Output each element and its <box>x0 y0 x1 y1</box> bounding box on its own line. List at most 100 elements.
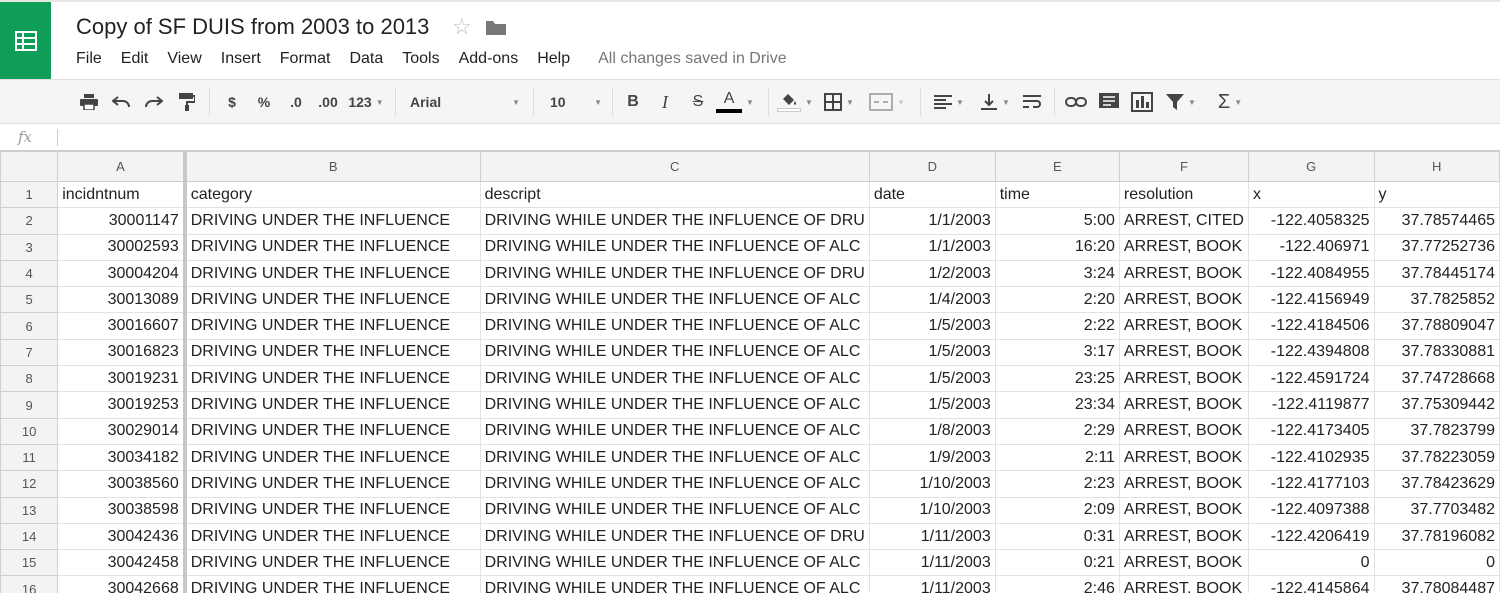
cell[interactable]: DRIVING UNDER THE INFLUENCE <box>184 207 481 235</box>
filter-button[interactable]: ▼ <box>1160 80 1202 124</box>
cell[interactable]: category <box>184 180 481 209</box>
cell[interactable]: DRIVING WHILE UNDER THE INFLUENCE OF ALC <box>479 391 870 419</box>
cell[interactable]: -122.4206419 <box>1247 522 1375 551</box>
cell[interactable]: DRIVING UNDER THE INFLUENCE <box>184 417 481 445</box>
cell[interactable]: DRIVING UNDER THE INFLUENCE <box>184 286 481 314</box>
cell[interactable]: 2:23 <box>994 470 1120 498</box>
cell[interactable]: 23:25 <box>994 365 1120 393</box>
cell[interactable]: ARREST, BOOK <box>1118 522 1249 551</box>
menu-data[interactable]: Data <box>349 50 383 68</box>
cell[interactable]: ARREST, BOOK <box>1118 417 1249 445</box>
cell[interactable]: 30029014 <box>57 417 187 445</box>
cell[interactable]: 0 <box>1373 549 1500 577</box>
cell[interactable]: ARREST, BOOK <box>1118 470 1249 498</box>
cell[interactable]: 37.75309442 <box>1373 391 1500 419</box>
cell[interactable]: -122.4097388 <box>1247 496 1375 524</box>
borders-button[interactable]: ▼ <box>820 80 858 124</box>
cell[interactable]: 2:29 <box>994 417 1120 445</box>
font-size-select[interactable]: 10 ▼ <box>550 80 602 124</box>
cell[interactable]: time <box>994 180 1120 209</box>
cell[interactable]: 2:09 <box>994 496 1120 524</box>
insert-chart-icon[interactable] <box>1128 80 1156 124</box>
menu-format[interactable]: Format <box>280 50 331 68</box>
cell[interactable]: 30013089 <box>57 286 187 314</box>
functions-button[interactable]: Σ ▼ <box>1210 80 1250 124</box>
cell[interactable]: DRIVING UNDER THE INFLUENCE <box>184 575 481 593</box>
cell[interactable]: -122.4058325 <box>1247 207 1375 235</box>
cell[interactable]: DRIVING UNDER THE INFLUENCE <box>184 365 481 393</box>
cell[interactable]: -122.406971 <box>1247 233 1375 261</box>
cell[interactable]: DRIVING UNDER THE INFLUENCE <box>184 312 481 340</box>
cell[interactable]: -122.4156949 <box>1247 286 1375 314</box>
formula-input[interactable] <box>62 124 1492 150</box>
cell[interactable]: ARREST, BOOK <box>1118 233 1249 261</box>
cell[interactable]: -122.4591724 <box>1247 365 1375 393</box>
cell[interactable]: DRIVING WHILE UNDER THE INFLUENCE OF ALC <box>479 549 870 577</box>
cell[interactable]: 5:00 <box>994 207 1120 235</box>
horizontal-align-button[interactable]: ▼ <box>928 80 970 124</box>
cell[interactable]: ARREST, BOOK <box>1118 365 1249 393</box>
row-header[interactable]: 8 <box>0 365 59 393</box>
currency-button[interactable]: $ <box>222 80 242 124</box>
row-header[interactable]: 1 <box>0 180 59 209</box>
cell[interactable]: 30019231 <box>57 365 187 393</box>
cell[interactable]: 37.78809047 <box>1373 312 1500 340</box>
cell[interactable]: DRIVING WHILE UNDER THE INFLUENCE OF DRU <box>479 207 870 235</box>
cell[interactable]: ARREST, BOOK <box>1118 312 1249 340</box>
cell[interactable]: ARREST, BOOK <box>1118 549 1249 577</box>
cell[interactable]: date <box>868 180 996 209</box>
increase-decimal-button[interactable]: .00 <box>314 80 342 124</box>
row-header[interactable]: 9 <box>0 391 59 419</box>
row-header[interactable]: 5 <box>0 286 59 314</box>
column-header-f[interactable]: F <box>1118 151 1249 182</box>
cell[interactable]: resolution <box>1118 180 1249 209</box>
cell[interactable]: -122.4173405 <box>1247 417 1375 445</box>
cell[interactable]: y <box>1373 180 1500 209</box>
cell[interactable]: 1/5/2003 <box>868 312 996 340</box>
cell[interactable]: 30038560 <box>57 470 187 498</box>
cell[interactable]: 2:22 <box>994 312 1120 340</box>
cell[interactable]: -122.4084955 <box>1247 259 1375 288</box>
cell[interactable]: 37.74728668 <box>1373 365 1500 393</box>
column-header-h[interactable]: H <box>1373 151 1500 182</box>
cell[interactable]: 1/9/2003 <box>868 443 996 472</box>
cell[interactable]: 37.78330881 <box>1373 338 1500 367</box>
cell[interactable]: 37.78084487 <box>1373 575 1500 593</box>
cell[interactable]: 0 <box>1247 549 1375 577</box>
cell[interactable]: 1/5/2003 <box>868 391 996 419</box>
column-header-e[interactable]: E <box>994 151 1120 182</box>
cell[interactable]: DRIVING WHILE UNDER THE INFLUENCE OF ALC <box>479 233 870 261</box>
cell[interactable]: 30042458 <box>57 549 187 577</box>
cell[interactable]: 1/5/2003 <box>868 365 996 393</box>
cell[interactable]: ARREST, BOOK <box>1118 259 1249 288</box>
cell[interactable]: DRIVING WHILE UNDER THE INFLUENCE OF ALC <box>479 286 870 314</box>
cell[interactable]: DRIVING WHILE UNDER THE INFLUENCE OF ALC <box>479 417 870 445</box>
cell[interactable]: 30042436 <box>57 522 187 551</box>
cell[interactable]: 1/4/2003 <box>868 286 996 314</box>
row-header[interactable]: 3 <box>0 233 59 261</box>
redo-icon[interactable] <box>141 80 167 124</box>
menu-help[interactable]: Help <box>537 50 570 68</box>
decrease-decimal-button[interactable]: .0 <box>284 80 308 124</box>
menu-add-ons[interactable]: Add-ons <box>459 50 519 68</box>
cell[interactable]: -122.4145864 <box>1247 575 1375 593</box>
row-header[interactable]: 12 <box>0 470 59 498</box>
print-icon[interactable] <box>76 80 102 124</box>
star-icon[interactable]: ☆ <box>452 16 472 38</box>
row-header[interactable]: 10 <box>0 417 59 445</box>
cell[interactable]: -122.4177103 <box>1247 470 1375 498</box>
cell[interactable]: 37.7825852 <box>1373 286 1500 314</box>
cell[interactable]: DRIVING WHILE UNDER THE INFLUENCE OF ALC <box>479 443 870 472</box>
cell[interactable]: 1/1/2003 <box>868 207 996 235</box>
cell[interactable]: 2:20 <box>994 286 1120 314</box>
cell[interactable]: DRIVING UNDER THE INFLUENCE <box>184 549 481 577</box>
cell[interactable]: 30016823 <box>57 338 187 367</box>
cell[interactable]: 3:24 <box>994 259 1120 288</box>
cell[interactable]: 1/1/2003 <box>868 233 996 261</box>
cell[interactable]: 1/10/2003 <box>868 496 996 524</box>
cell[interactable]: 1/8/2003 <box>868 417 996 445</box>
cell[interactable]: 2:46 <box>994 575 1120 593</box>
row-header[interactable]: 13 <box>0 496 59 524</box>
cell[interactable]: DRIVING UNDER THE INFLUENCE <box>184 391 481 419</box>
menu-tools[interactable]: Tools <box>402 50 439 68</box>
